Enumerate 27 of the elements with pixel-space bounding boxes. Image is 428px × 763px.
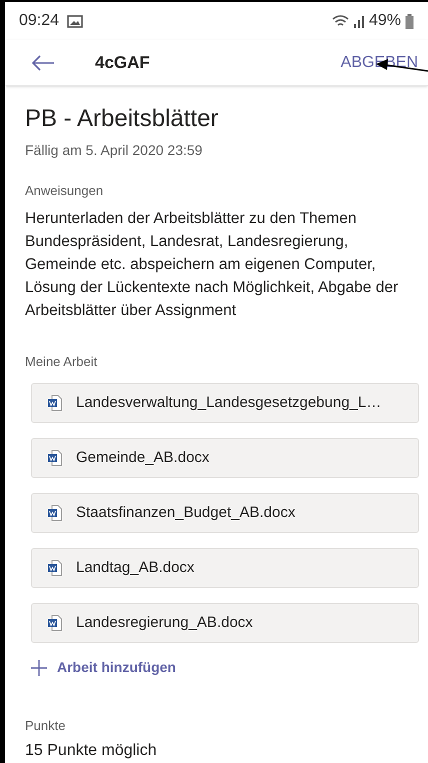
status-time: 09:24 <box>19 11 60 31</box>
signal-icon <box>352 14 365 28</box>
plus-icon <box>31 660 47 676</box>
team-title: 4cGAF <box>95 52 150 74</box>
battery-percentage: 49% <box>368 11 401 31</box>
image-icon <box>67 14 84 28</box>
word-document-icon <box>48 450 62 466</box>
file-item[interactable]: Landesregierung_AB.docx <box>31 603 419 643</box>
file-item[interactable]: Landtag_AB.docx <box>31 548 419 588</box>
word-document-icon <box>48 615 62 631</box>
assignment-title: PB - Arbeitsblätter <box>25 104 220 134</box>
battery-icon <box>405 14 414 28</box>
file-item[interactable]: Landesverwaltung_Landesgesetzgebung_L… <box>31 383 419 423</box>
section-label: Punkte <box>25 717 66 735</box>
points-text: 15 Punkte möglich <box>25 740 158 760</box>
instructions-text: Herunterladen der Arbeitsblätter zu den Themen Bundespräsident, Landesrat, Landesregierung, Gemeinde etc. abspeichern am eigenen Computer, Lösung der Lückentexte nach Möglichkeit, Abgabe der Arbeitsblätter über Assignment <box>25 208 400 320</box>
back-icon[interactable] <box>31 54 55 70</box>
section-label: Anweisungen <box>25 182 104 200</box>
file-item[interactable]: Gemeinde_AB.docx <box>31 438 419 478</box>
word-document-icon <box>48 395 62 411</box>
wifi-icon <box>332 14 349 28</box>
word-document-icon <box>48 505 62 521</box>
word-document-icon <box>48 560 62 576</box>
add-work-link[interactable]: Arbeit hinzufügen <box>31 657 408 678</box>
file-item[interactable]: Staatsfinanzen_Budget_AB.docx <box>31 493 419 533</box>
section-label: Meine Arbeit <box>25 352 98 370</box>
due-date: Fällig am 5. April 2020 23:59 <box>25 141 204 160</box>
